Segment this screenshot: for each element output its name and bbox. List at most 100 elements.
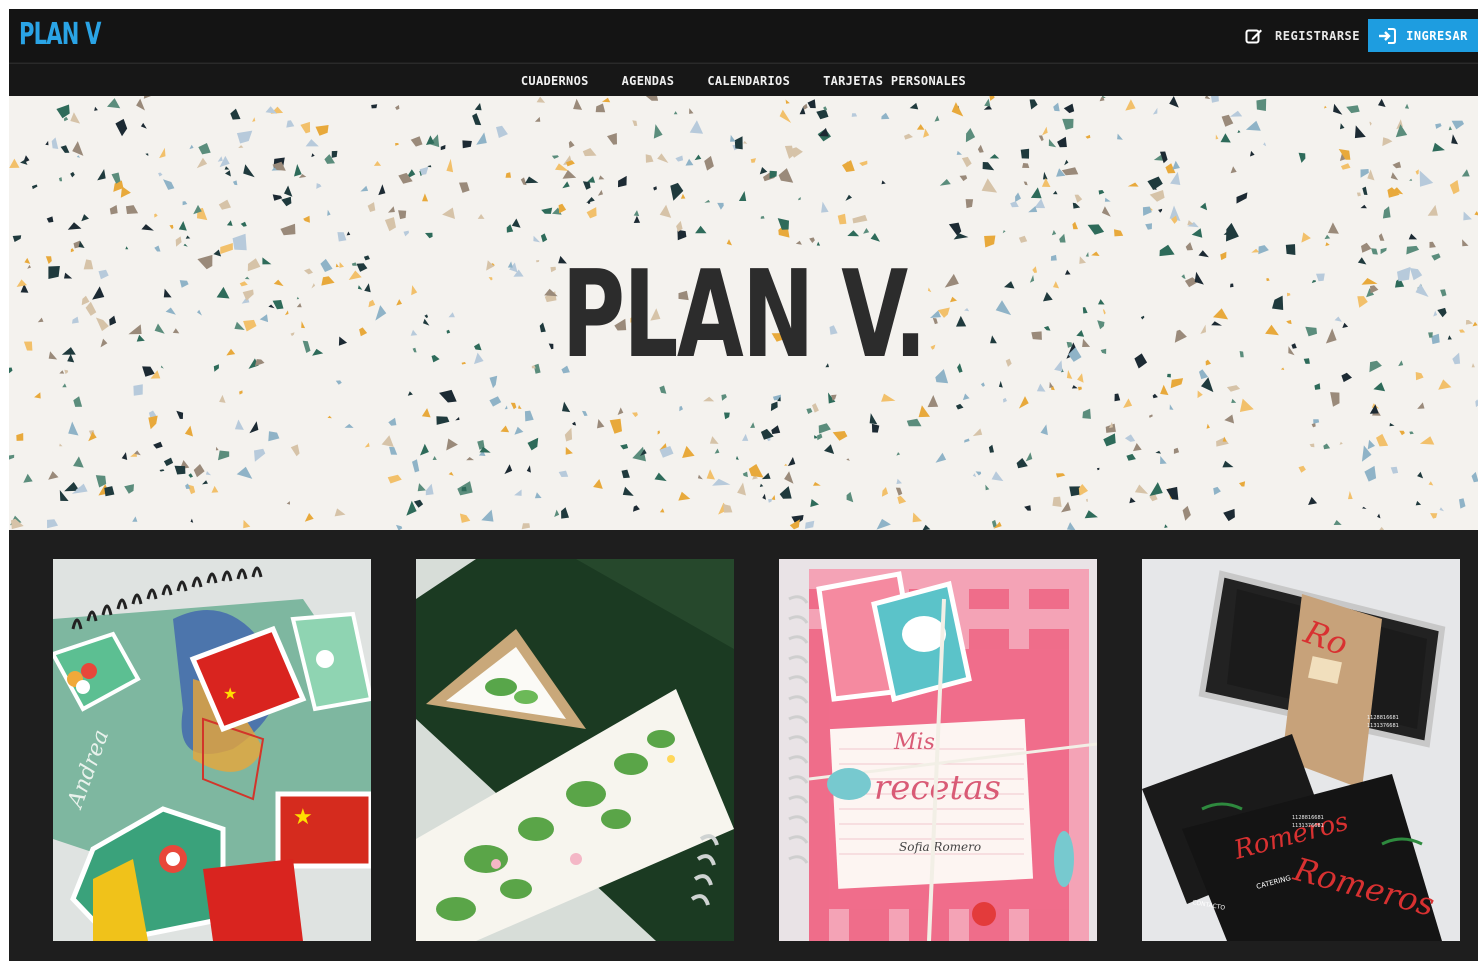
terrazzo-speck <box>107 98 121 109</box>
terrazzo-speck <box>398 210 407 220</box>
terrazzo-speck <box>769 170 777 179</box>
terrazzo-speck <box>1333 103 1343 115</box>
terrazzo-speck <box>243 519 251 529</box>
terrazzo-speck <box>1392 161 1402 169</box>
terrazzo-speck <box>770 401 778 412</box>
site-logo[interactable]: PLAN V <box>19 17 101 52</box>
terrazzo-speck <box>56 104 70 119</box>
terrazzo-speck <box>1172 160 1180 170</box>
terrazzo-speck <box>76 155 81 158</box>
register-link[interactable]: REGISTRARSE <box>1245 26 1360 46</box>
terrazzo-speck <box>534 116 541 122</box>
nav-item-cuadernos[interactable]: CUADERNOS <box>521 74 589 88</box>
terrazzo-speck <box>524 410 534 422</box>
terrazzo-speck <box>1029 99 1038 110</box>
terrazzo-speck <box>182 201 188 206</box>
terrazzo-speck <box>1169 96 1179 108</box>
terrazzo-speck <box>565 446 573 455</box>
terrazzo-speck <box>48 351 58 360</box>
product-card-cuadernos[interactable]: ★ ★ Andrea <box>53 559 371 941</box>
terrazzo-speck <box>1415 500 1422 506</box>
login-button[interactable]: INGRESAR <box>1368 19 1478 52</box>
terrazzo-speck <box>991 471 1004 482</box>
terrazzo-speck <box>59 370 65 374</box>
terrazzo-speck <box>72 141 84 156</box>
terrazzo-speck <box>1380 247 1387 255</box>
terrazzo-speck <box>1042 126 1048 136</box>
terrazzo-speck <box>1200 202 1208 211</box>
terrazzo-speck <box>176 410 184 419</box>
terrazzo-speck <box>163 457 174 467</box>
terrazzo-speck <box>1164 524 1168 528</box>
terrazzo-speck <box>1263 142 1267 147</box>
terrazzo-speck <box>939 179 951 186</box>
terrazzo-speck <box>100 338 108 348</box>
terrazzo-speck <box>64 272 73 279</box>
terrazzo-speck <box>586 207 597 219</box>
terrazzo-speck <box>1126 453 1136 461</box>
terrazzo-speck <box>1415 372 1424 381</box>
product-card-calendarios[interactable]: Mis recetas Sofia Romero <box>779 559 1097 941</box>
terrazzo-speck <box>602 97 611 103</box>
terrazzo-speck <box>551 155 559 159</box>
svg-text:1131376681: 1131376681 <box>1367 723 1399 729</box>
terrazzo-speck <box>845 194 852 201</box>
terrazzo-speck <box>934 115 940 122</box>
terrazzo-speck <box>360 185 369 192</box>
terrazzo-speck <box>85 301 97 316</box>
terrazzo-speck <box>510 402 517 410</box>
terrazzo-speck <box>1169 404 1174 410</box>
terrazzo-speck <box>1419 436 1435 445</box>
terrazzo-speck <box>540 233 548 243</box>
terrazzo-speck <box>785 99 790 104</box>
terrazzo-speck <box>1210 96 1219 103</box>
product-card-tarjetas[interactable]: Ro Romeros CATERING Romeros CONTACTO 112… <box>1142 559 1460 941</box>
terrazzo-speck <box>558 470 569 477</box>
terrazzo-speck <box>787 457 796 467</box>
terrazzo-speck <box>1298 152 1306 163</box>
terrazzo-speck <box>205 471 212 476</box>
terrazzo-speck <box>476 132 487 145</box>
nav-item-agendas[interactable]: AGENDAS <box>622 74 675 88</box>
product-card-agendas[interactable] <box>416 559 734 941</box>
terrazzo-speck <box>1149 190 1165 202</box>
terrazzo-speck <box>645 96 659 101</box>
terrazzo-speck <box>706 469 715 480</box>
terrazzo-speck <box>1324 105 1327 109</box>
terrazzo-speck <box>1173 447 1180 454</box>
terrazzo-speck <box>726 239 732 246</box>
terrazzo-speck <box>281 196 292 207</box>
terrazzo-speck <box>439 389 457 403</box>
terrazzo-speck <box>1160 456 1167 464</box>
terrazzo-speck <box>1236 192 1248 204</box>
terrazzo-speck <box>897 495 907 504</box>
terrazzo-speck <box>694 154 702 161</box>
terrazzo-speck <box>1224 414 1235 424</box>
terrazzo-speck <box>1117 133 1123 140</box>
terrazzo-speck <box>1378 233 1385 241</box>
terrazzo-speck <box>851 113 858 117</box>
terrazzo-speck <box>51 137 59 149</box>
terrazzo-speck <box>421 408 431 418</box>
nav-item-calendarios[interactable]: CALENDARIOS <box>707 74 790 88</box>
terrazzo-speck <box>446 158 454 173</box>
terrazzo-speck <box>1474 211 1478 216</box>
terrazzo-speck <box>1223 508 1235 522</box>
terrazzo-speck <box>526 465 531 473</box>
terrazzo-speck <box>964 438 970 443</box>
terrazzo-speck <box>597 189 603 196</box>
terrazzo-speck <box>795 240 802 245</box>
terrazzo-speck <box>1399 430 1405 436</box>
terrazzo-speck <box>717 202 724 210</box>
recipe-notebook-image: Mis recetas Sofia Romero <box>779 559 1097 941</box>
terrazzo-speck <box>633 505 640 512</box>
terrazzo-speck <box>294 164 302 177</box>
terrazzo-speck <box>562 401 571 413</box>
terrazzo-speck <box>1059 233 1066 243</box>
terrazzo-speck <box>1071 385 1078 389</box>
terrazzo-speck <box>561 507 569 519</box>
terrazzo-speck <box>98 269 109 280</box>
terrazzo-speck <box>1406 245 1420 255</box>
terrazzo-speck <box>432 456 437 460</box>
nav-item-tarjetas-personales[interactable]: TARJETAS PERSONALES <box>823 74 966 88</box>
